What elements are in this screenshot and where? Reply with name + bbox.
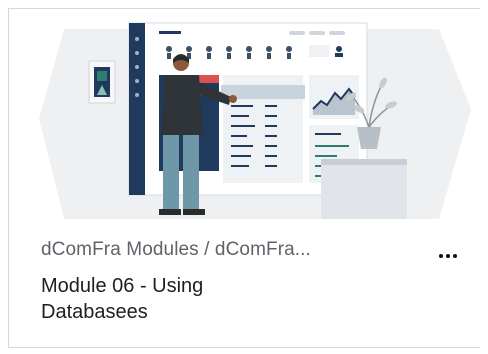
course-thumbnail[interactable] [9,9,481,219]
course-card[interactable]: dComFra Modules / dComFra... Module 06 -… [8,8,481,348]
course-title[interactable]: Module 06 - Using Databasees [41,273,301,325]
dashboard-illustration [39,22,471,219]
more-dot [446,254,450,258]
course-breadcrumb[interactable]: dComFra Modules / dComFra... [41,239,421,261]
more-horizontal-icon [439,254,443,258]
more-options-button[interactable] [433,243,463,269]
more-dot [453,254,457,258]
